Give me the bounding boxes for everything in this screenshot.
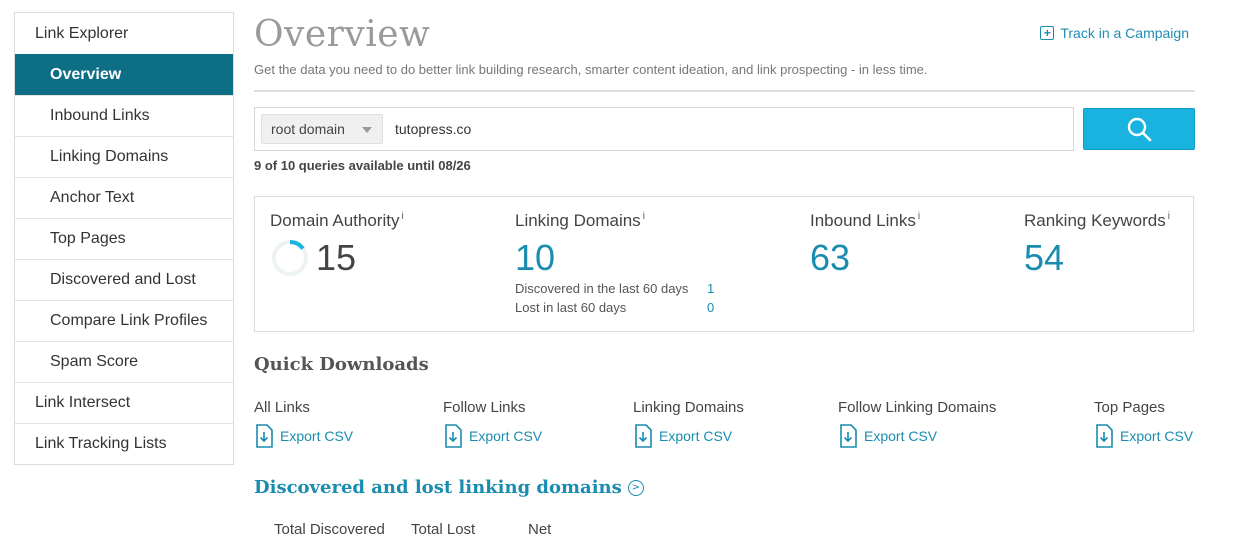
circle-chevron-right-icon: > bbox=[627, 479, 644, 496]
download-file-icon bbox=[445, 424, 462, 448]
download-follow-links: Follow Links Export CSV bbox=[443, 399, 542, 448]
discovered-lost-section-title[interactable]: Discovered and lost linking domains > bbox=[254, 477, 644, 498]
plus-box-icon: + bbox=[1040, 26, 1055, 40]
metric-label: Linking Domains bbox=[515, 211, 641, 230]
sidebar-item-label: Linking Domains bbox=[50, 148, 169, 165]
column-header-net: Net bbox=[528, 521, 552, 538]
sidebar-item-label: Discovered and Lost bbox=[50, 271, 196, 288]
magnifier-icon bbox=[1127, 117, 1152, 142]
export-csv-link[interactable]: Export CSV bbox=[254, 424, 353, 448]
metric-label: Ranking Keywords bbox=[1024, 211, 1166, 230]
header-divider bbox=[254, 90, 1195, 92]
sidebar-item-top-pages[interactable]: Top Pages bbox=[15, 218, 233, 259]
discovered-60-days-label: Discovered in the last 60 days bbox=[515, 281, 689, 296]
metric-label: Inbound Links bbox=[810, 211, 916, 230]
lost-60-days-row: Lost in last 60 days 0 bbox=[515, 300, 714, 315]
export-csv-label: Export CSV bbox=[659, 428, 733, 444]
discovered-60-days-row: Discovered in the last 60 days 1 bbox=[515, 281, 714, 296]
page-subtitle: Get the data you need to do better link … bbox=[254, 62, 928, 77]
sidebar-item-label: Link Explorer bbox=[35, 24, 129, 42]
export-csv-label: Export CSV bbox=[864, 428, 938, 444]
sidebar-item-discovered-and-lost[interactable]: Discovered and Lost bbox=[15, 259, 233, 300]
lost-60-days-label: Lost in last 60 days bbox=[515, 300, 627, 315]
metric-ranking-keywords: Ranking Keywords i 54 bbox=[1024, 211, 1170, 279]
info-icon[interactable]: i bbox=[1168, 211, 1170, 222]
download-label: Follow Linking Domains bbox=[838, 399, 997, 416]
sidebar-item-label: Anchor Text bbox=[50, 189, 135, 206]
sidebar-item-link-explorer[interactable]: Link Explorer bbox=[15, 13, 233, 54]
export-csv-label: Export CSV bbox=[280, 428, 354, 444]
info-icon[interactable]: i bbox=[401, 211, 403, 222]
export-csv-link[interactable]: Export CSV bbox=[443, 424, 542, 448]
scope-select-value: root domain bbox=[271, 121, 345, 137]
sidebar-item-link-intersect[interactable]: Link Intersect bbox=[15, 382, 233, 423]
search-button[interactable] bbox=[1083, 108, 1195, 150]
inbound-links-value[interactable]: 63 bbox=[810, 237, 920, 279]
export-csv-label: Export CSV bbox=[1120, 428, 1194, 444]
domain-authority-value: 15 bbox=[316, 237, 357, 278]
link-explorer-sidebar: Link Explorer Overview Inbound Links Lin… bbox=[14, 12, 234, 465]
sidebar-item-label: Top Pages bbox=[50, 230, 126, 247]
download-top-pages: Top Pages Export CSV bbox=[1094, 399, 1193, 448]
scope-select[interactable]: root domain bbox=[261, 114, 383, 144]
export-csv-link[interactable]: Export CSV bbox=[633, 424, 744, 448]
search-bar: root domain bbox=[254, 107, 1074, 151]
sidebar-item-anchor-text[interactable]: Anchor Text bbox=[15, 177, 233, 218]
chevron-down-icon bbox=[362, 127, 372, 133]
discovered-60-days-value[interactable]: 1 bbox=[707, 281, 714, 296]
download-file-icon bbox=[256, 424, 273, 448]
info-icon[interactable]: i bbox=[643, 211, 645, 222]
domain-search-input[interactable] bbox=[389, 114, 989, 144]
download-label: Top Pages bbox=[1094, 399, 1165, 416]
metric-linking-domains: Linking Domains i 10 Discovered in the la… bbox=[515, 211, 714, 315]
sidebar-item-compare-link-profiles[interactable]: Compare Link Profiles bbox=[15, 300, 233, 341]
track-in-campaign-link[interactable]: + Track in a Campaign bbox=[1040, 25, 1189, 41]
download-file-icon bbox=[1096, 424, 1113, 448]
domain-authority-gauge-arc bbox=[289, 240, 305, 250]
quick-downloads-title: Quick Downloads bbox=[254, 354, 429, 375]
sidebar-item-inbound-links[interactable]: Inbound Links bbox=[15, 95, 233, 136]
column-header-total-lost: Total Lost bbox=[411, 521, 476, 538]
sidebar-item-label: Link Tracking Lists bbox=[35, 435, 167, 452]
download-file-icon bbox=[840, 424, 857, 448]
metric-domain-authority: Domain Authority i 15 bbox=[270, 211, 404, 279]
export-csv-label: Export CSV bbox=[469, 428, 543, 444]
export-csv-link[interactable]: Export CSV bbox=[1094, 424, 1193, 448]
sidebar-item-label: Spam Score bbox=[50, 353, 139, 370]
sidebar-item-label: Inbound Links bbox=[50, 107, 150, 124]
sidebar-item-label: Overview bbox=[50, 66, 122, 83]
page-title: Overview bbox=[254, 14, 431, 55]
track-in-campaign-label: Track in a Campaign bbox=[1060, 25, 1189, 41]
sidebar-item-linking-domains[interactable]: Linking Domains bbox=[15, 136, 233, 177]
sidebar-item-label: Compare Link Profiles bbox=[50, 312, 208, 329]
sidebar-item-spam-score[interactable]: Spam Score bbox=[15, 341, 233, 382]
lost-60-days-value[interactable]: 0 bbox=[707, 300, 714, 315]
metrics-card: Domain Authority i 15 Linking Domains i 10… bbox=[254, 196, 1194, 332]
sidebar-item-label: Link Intersect bbox=[35, 394, 131, 411]
download-file-icon bbox=[635, 424, 652, 448]
column-header-total-discovered: Total Discovered bbox=[274, 521, 385, 538]
sidebar-item-overview[interactable]: Overview bbox=[15, 54, 233, 95]
export-csv-link[interactable]: Export CSV bbox=[838, 424, 996, 448]
sidebar-item-link-tracking-lists[interactable]: Link Tracking Lists bbox=[15, 423, 233, 464]
queries-remaining-text: 9 of 10 queries available until 08/26 bbox=[254, 158, 471, 173]
domain-authority-gauge bbox=[272, 240, 308, 276]
download-all-links: All Links Export CSV bbox=[254, 399, 353, 448]
download-label: All Links bbox=[254, 399, 310, 416]
metric-inbound-links: Inbound Links i 63 bbox=[810, 211, 920, 279]
info-icon[interactable]: i bbox=[918, 211, 920, 222]
linking-domains-value[interactable]: 10 bbox=[515, 237, 714, 279]
download-follow-linking-domains: Follow Linking Domains Export CSV bbox=[838, 399, 996, 448]
section-title-text: Discovered and lost linking domains bbox=[254, 477, 622, 498]
overview-main: Overview + Track in a Campaign Get the d… bbox=[254, 0, 1195, 544]
download-linking-domains: Linking Domains Export CSV bbox=[633, 399, 744, 448]
metric-label: Domain Authority bbox=[270, 211, 400, 230]
download-label: Follow Links bbox=[443, 399, 526, 416]
ranking-keywords-value[interactable]: 54 bbox=[1024, 237, 1170, 279]
download-label: Linking Domains bbox=[633, 399, 744, 416]
